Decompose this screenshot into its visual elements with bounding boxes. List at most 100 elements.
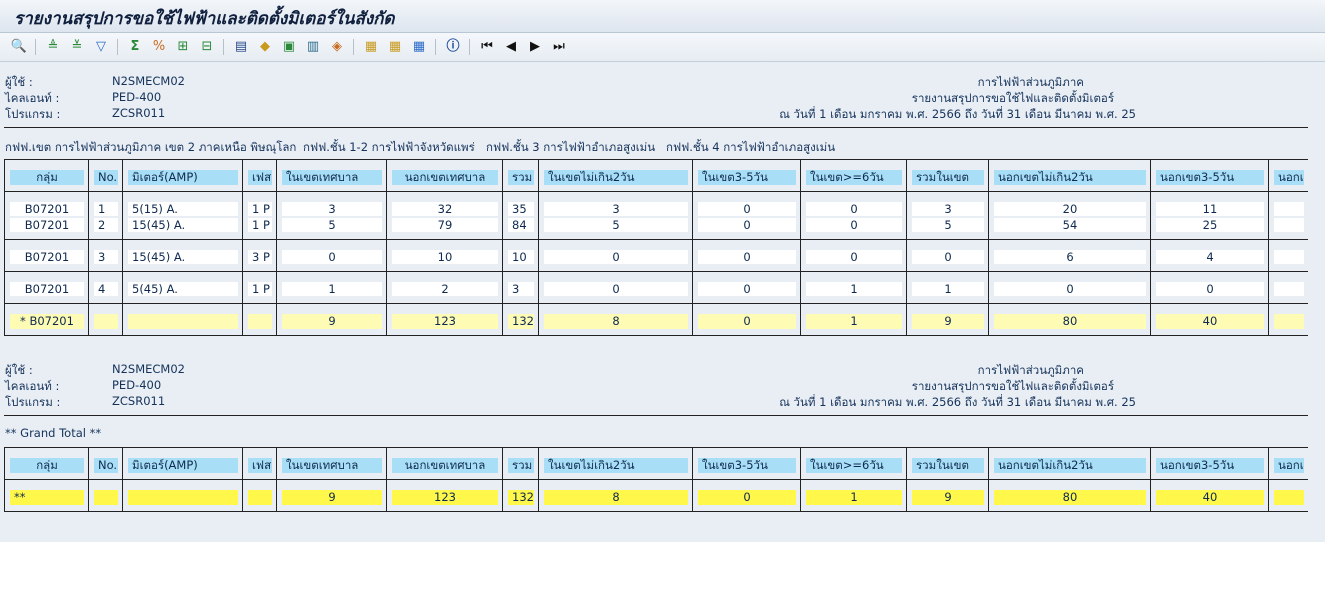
grid-line [988,159,989,335]
grid-line [88,447,89,511]
table-cell: 5(15) A. [128,202,238,216]
column-header[interactable]: รวม [508,458,534,473]
prev-page-icon[interactable]: ◀ [502,38,520,56]
subtotal-cell: 9 [282,314,382,329]
grid-line [1150,447,1151,511]
grid-line [800,159,801,335]
grand-total-cell [128,490,238,505]
grand-total-cell [248,490,272,505]
column-header[interactable]: No. [94,458,118,473]
detail-icon[interactable]: 🔍 [10,38,28,56]
add-column-icon[interactable]: ⊞ [174,38,192,56]
table-cell: 3 [508,282,534,296]
table-cell: B07201 [10,202,84,216]
subtotal-icon[interactable]: % [150,38,168,56]
program-value: ZCSR011 [112,106,166,120]
column-header[interactable]: มิเตอร์(AMP) [128,458,238,473]
column-header[interactable]: นอกเขต3-5วัน [1156,170,1264,185]
column-header[interactable]: นอกเขต3-5วัน [1156,458,1264,473]
column-header[interactable]: กลุ่ม [10,170,84,185]
client-value: PED-400 [112,90,162,104]
grid-line [1268,159,1269,335]
grid-line [1150,159,1151,335]
table-cell: 2 [94,218,118,232]
table-cell: 15(45) A. [128,218,238,232]
sort-desc-icon[interactable]: ≚ [68,38,86,56]
grid-line [906,159,907,335]
last-page-icon[interactable]: ⏭ [550,38,568,56]
grid-line [502,159,503,335]
save-icon[interactable]: ▣ [280,38,298,56]
table-cell: 1 [912,282,984,296]
grid-line [386,447,387,511]
table-cell: 3 [282,202,382,216]
layout-icon[interactable]: ▥ [304,38,322,56]
column-header[interactable]: มิเตอร์(AMP) [128,170,238,185]
table-cell: 0 [282,250,382,264]
column-header[interactable]: ในเขต>=6วัน [806,458,902,473]
grid-line [276,159,277,335]
first-page-icon[interactable]: ⏮ [478,38,496,56]
subtotal-cell: 80 [994,314,1146,329]
column-header[interactable]: ในเขตไม่เกิน2วัน [544,170,688,185]
table-cell: 3 [544,202,688,216]
grid-line [692,447,693,511]
find-icon[interactable]: ◈ [328,38,346,56]
column-header[interactable]: นอกเขตไม่เกิน2วัน [994,170,1146,185]
next-page-icon[interactable]: ▶ [526,38,544,56]
change-layout-icon[interactable]: ▦ [386,38,404,56]
info-icon[interactable]: ⓘ [444,38,462,56]
column-header[interactable]: นอกเ [1274,458,1304,473]
subtotal-cell: * B07201 [10,314,84,329]
sum-icon[interactable]: Σ [126,38,144,56]
column-header[interactable]: นอกเขตไม่เกิน2วัน [994,458,1146,473]
grid-line [692,159,693,335]
grid-line [906,447,907,511]
column-header[interactable]: นอกเ [1274,170,1304,185]
export-icon[interactable]: ▤ [232,38,250,56]
user-value: N2SMECM02 [112,74,185,88]
column-header[interactable]: กลุ่ม [10,458,84,473]
column-header[interactable]: ในเขตเทศบาล [282,458,382,473]
grid-line [4,191,1308,192]
table-cell: 79 [392,218,498,232]
grid-line [4,335,1308,336]
group-sub4: กฟฟ.ชั้น 4 การไฟฟ้าอำเภอสูงเม่น [666,140,836,154]
column-header[interactable]: ในเขตไม่เกิน2วัน [544,458,688,473]
table-cell [1274,282,1304,296]
table-cell: 5 [282,218,382,232]
column-header[interactable]: รวมในเขต [912,170,984,185]
print-icon[interactable]: ◆ [256,38,274,56]
table-cell [1274,202,1304,216]
grid-icon[interactable]: ▦ [362,38,380,56]
column-header[interactable]: เฟส [248,458,272,473]
column-header[interactable]: ในเขต>=6วัน [806,170,902,185]
delete-column-icon[interactable]: ⊟ [198,38,216,56]
grid-line [4,271,1308,272]
grand-total-cell [94,490,118,505]
table-cell: 10 [508,250,534,264]
filter-icon[interactable]: ▽ [92,38,110,56]
table-cell: 0 [806,218,902,232]
column-header[interactable]: รวม [508,170,534,185]
column-header[interactable]: นอกเขตเทศบาล [392,458,498,473]
subtotal-cell [248,314,272,329]
grid-line [122,159,123,335]
column-header[interactable]: No. [94,170,118,185]
column-header[interactable]: ในเขตเทศบาล [282,170,382,185]
column-header[interactable]: รวมในเขต [912,458,984,473]
subtotal-cell: 9 [912,314,984,329]
grid-line [4,159,1308,160]
table-cell: 0 [806,250,902,264]
table-cell: 1 [282,282,382,296]
table-cell: 0 [698,282,796,296]
grand-total-cell: 0 [698,490,796,505]
sort-asc-icon[interactable]: ≜ [44,38,62,56]
table-cell: B07201 [10,282,84,296]
column-header[interactable]: ในเขต3-5วัน [698,170,796,185]
select-layout-icon[interactable]: ▦ [410,38,428,56]
column-header[interactable]: ในเขต3-5วัน [698,458,796,473]
column-header[interactable]: นอกเขตเทศบาล [392,170,498,185]
column-header[interactable]: เฟส [248,170,272,185]
table-cell: 5 [544,218,688,232]
